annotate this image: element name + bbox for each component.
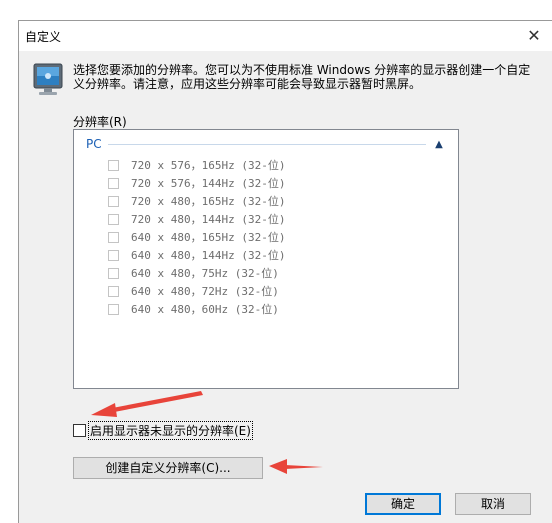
list-item[interactable]: 720 x 480，165Hz (32-位)	[108, 192, 285, 210]
list-item[interactable]: 640 x 480，72Hz (32-位)	[108, 282, 285, 300]
resolution-checkbox[interactable]	[108, 159, 119, 171]
info-text: 选择您要添加的分辨率。您可以为不使用标准 Windows 分辨率的显示器创建一个…	[73, 63, 531, 91]
monitor-icon	[33, 63, 63, 95]
resolution-text: 640 x 480，144Hz (32-位)	[131, 249, 286, 262]
title-bar: 自定义 ✕	[19, 21, 552, 51]
cancel-button[interactable]: 取消	[455, 493, 531, 515]
list-item[interactable]: 720 x 576，144Hz (32-位)	[108, 174, 285, 192]
resolution-text: 720 x 576，144Hz (32-位)	[131, 177, 286, 190]
resolution-text: 640 x 480，60Hz (32-位)	[131, 303, 279, 316]
resolution-checkbox[interactable]	[108, 213, 119, 225]
list-item[interactable]: 640 x 480，60Hz (32-位)	[108, 300, 285, 318]
resolution-checkbox[interactable]	[108, 231, 119, 243]
group-divider	[107, 143, 426, 145]
custom-resolution-dialog: 自定义 ✕ 选择您要添加的分辨率。您可以为不使用标准 Windows 分辨率的显…	[18, 20, 552, 523]
enable-hidden-resolutions-label[interactable]: 启用显示器未显示的分辨率(E)	[88, 421, 253, 440]
chevron-up-icon[interactable]: ▲	[432, 139, 446, 150]
list-item[interactable]: 640 x 480，144Hz (32-位)	[108, 246, 285, 264]
group-name: PC	[86, 137, 102, 151]
resolution-label: 分辨率(R)	[73, 115, 127, 129]
dialog-title: 自定义	[25, 30, 62, 44]
resolution-checkbox[interactable]	[108, 303, 119, 315]
enable-hidden-resolutions-option[interactable]: 启用显示器未显示的分辨率(E)	[73, 421, 253, 440]
resolution-checkbox[interactable]	[108, 249, 119, 261]
resolution-text: 720 x 576，165Hz (32-位)	[131, 159, 286, 172]
group-header-pc[interactable]: PC ▲	[86, 136, 446, 152]
resolution-checkbox[interactable]	[108, 177, 119, 189]
list-item[interactable]: 640 x 480，75Hz (32-位)	[108, 264, 285, 282]
annotation-arrow-create-button	[269, 459, 323, 474]
resolution-text: 640 x 480，75Hz (32-位)	[131, 267, 279, 280]
resolution-checkbox[interactable]	[108, 267, 119, 279]
list-item[interactable]: 720 x 576，165Hz (32-位)	[108, 156, 285, 174]
resolution-list: 720 x 576，165Hz (32-位) 720 x 576，144Hz (…	[108, 156, 285, 318]
resolution-text: 720 x 480，144Hz (32-位)	[131, 213, 286, 226]
resolution-text: 640 x 480，165Hz (32-位)	[131, 231, 286, 244]
resolution-text: 640 x 480，72Hz (32-位)	[131, 285, 279, 298]
resolution-text: 720 x 480，165Hz (32-位)	[131, 195, 286, 208]
list-item[interactable]: 720 x 480，144Hz (32-位)	[108, 210, 285, 228]
resolution-checkbox[interactable]	[108, 195, 119, 207]
enable-hidden-resolutions-checkbox[interactable]	[73, 424, 86, 437]
annotation-arrow-checkbox	[91, 391, 203, 417]
create-custom-resolution-button[interactable]: 创建自定义分辨率(C)...	[73, 457, 263, 479]
close-icon[interactable]: ✕	[522, 24, 546, 48]
resolution-listbox[interactable]: PC ▲ 720 x 576，165Hz (32-位) 720 x 576，14…	[73, 129, 459, 389]
list-item[interactable]: 640 x 480，165Hz (32-位)	[108, 228, 285, 246]
resolution-checkbox[interactable]	[108, 285, 119, 297]
ok-button[interactable]: 确定	[365, 493, 441, 515]
